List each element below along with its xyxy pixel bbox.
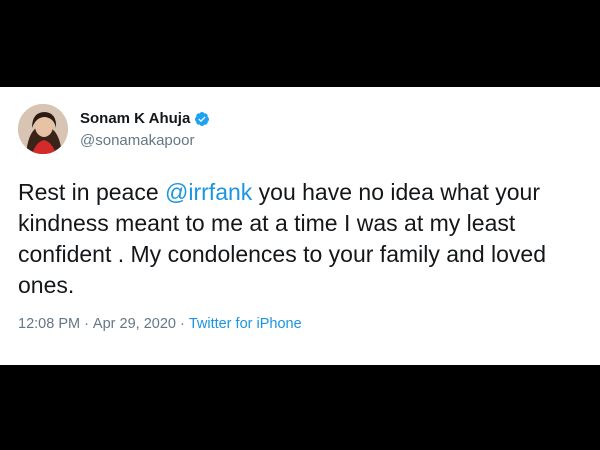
tweet-text-part-1: Rest in peace [18, 179, 166, 205]
meta-separator: · [84, 316, 89, 332]
avatar-image [18, 104, 68, 154]
tweet-time[interactable]: 12:08 PM [18, 316, 80, 332]
author-name-row[interactable]: Sonam K Ahuja [80, 110, 210, 127]
verified-badge-icon [194, 111, 210, 127]
display-name[interactable]: Sonam K Ahuja [80, 110, 190, 127]
tweet-source-link[interactable]: Twitter for iPhone [189, 316, 302, 332]
tweet-text: Rest in peace @irrfank you have no idea … [18, 177, 588, 301]
mention-link[interactable]: @irrfank [165, 179, 252, 205]
author-handle[interactable]: @sonamakapoor [80, 132, 194, 149]
avatar[interactable] [18, 104, 68, 154]
meta-separator: · [179, 316, 185, 332]
tweet-meta: 12:08 PM · Apr 29, 2020 · Twitter for iP… [18, 316, 302, 332]
tweet-card: Sonam K Ahuja @sonamakapoor Rest in peac… [0, 87, 600, 365]
tweet-date[interactable]: Apr 29, 2020 [93, 316, 176, 332]
